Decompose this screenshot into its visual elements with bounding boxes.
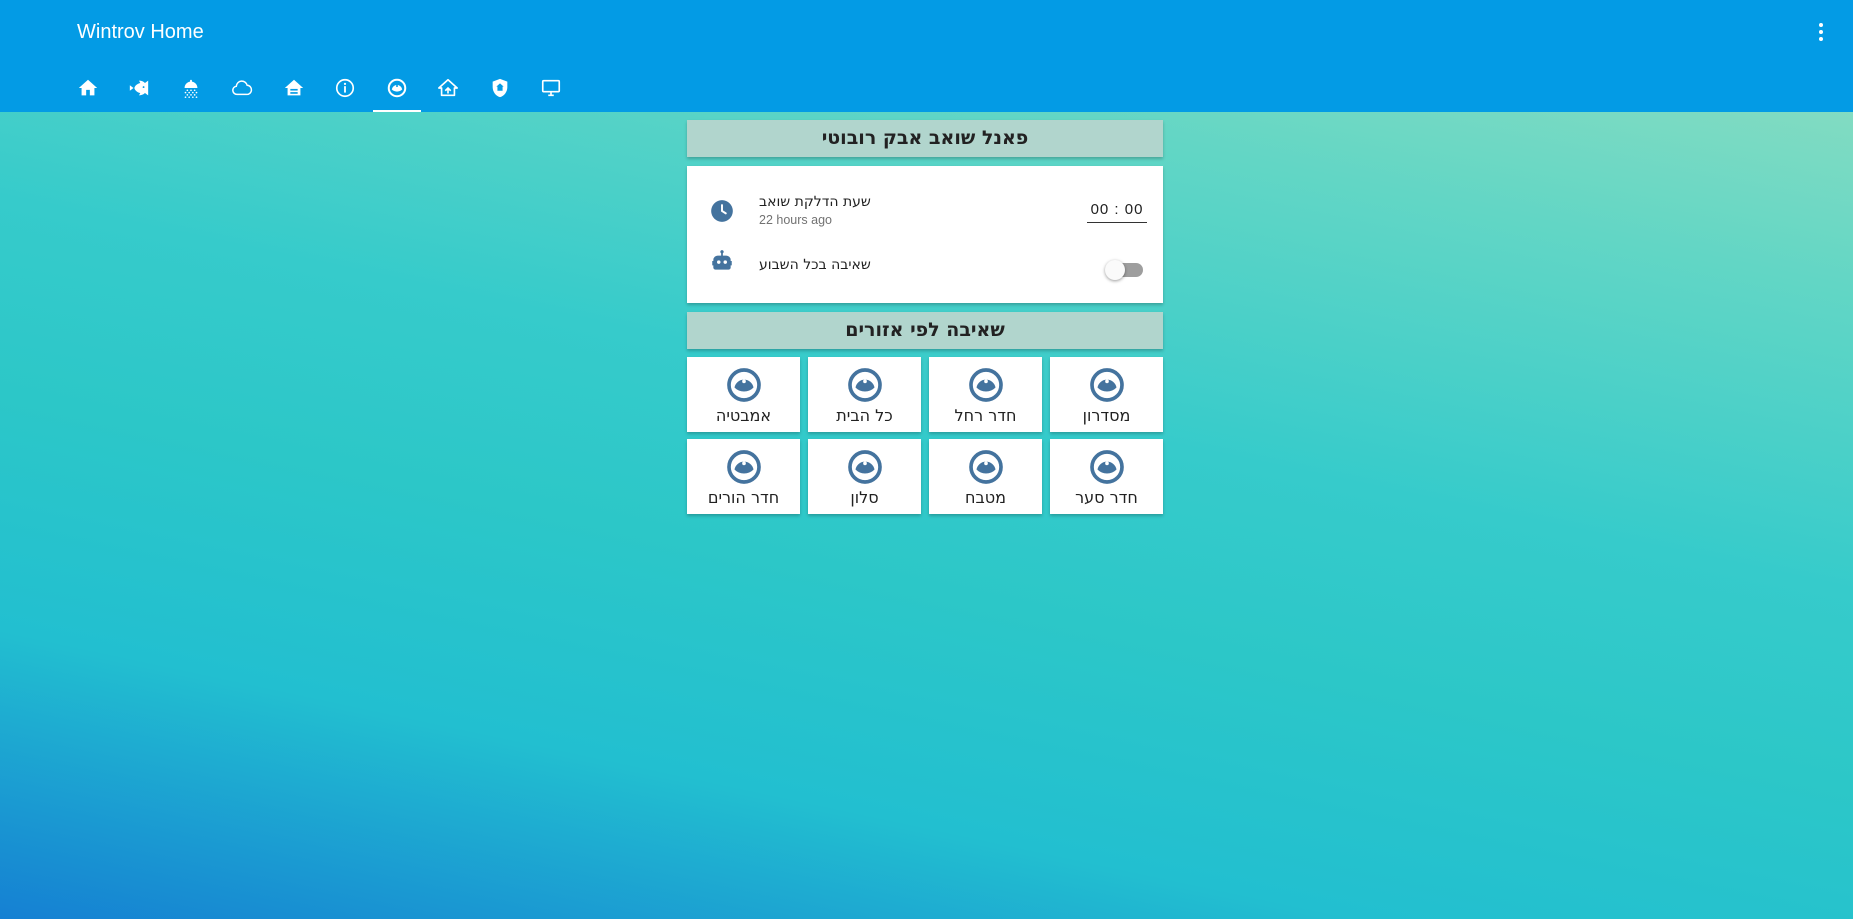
zone-label: חדר סער	[1075, 488, 1138, 507]
shield-home-icon	[492, 78, 508, 98]
cloud-icon	[232, 80, 253, 96]
shower-icon	[184, 79, 198, 98]
start-time-label: שעת הדלקת שואב	[759, 194, 871, 210]
clock-icon	[711, 200, 733, 222]
zone-tile-rachel-room[interactable]: חדר רחל	[929, 357, 1042, 432]
home-export-icon	[438, 78, 459, 97]
zone-tile-bathroom[interactable]: אמבטיה	[687, 357, 800, 432]
zone-label: חדר רחל	[954, 406, 1017, 425]
weekly-vacuum-label: שאיבה בכל השבוע	[759, 257, 871, 273]
robot-vacuum-icon	[727, 368, 761, 402]
tab-shower[interactable]	[165, 64, 217, 112]
robot-vacuum-icon	[1090, 368, 1124, 402]
zone-tile-kitchen[interactable]: מטבח	[929, 439, 1042, 514]
robot-vacuum-icon	[1090, 450, 1124, 484]
dots-vertical-icon	[1819, 23, 1823, 41]
panel-title: פאנל שואב אבק רובוטי	[687, 120, 1163, 157]
zone-tile-hallway[interactable]: מסדרון	[1050, 357, 1163, 432]
top-app-bar: Wintrov Home	[0, 0, 1853, 112]
robot-vacuum-icon	[969, 450, 1003, 484]
robot-vacuum-icon	[848, 450, 882, 484]
tab-info[interactable]	[320, 64, 372, 112]
zone-label: כל הבית	[836, 406, 893, 425]
tab-monitor[interactable]	[526, 64, 578, 112]
home-icon	[78, 79, 97, 96]
last-changed-text: 22 hours ago	[759, 213, 832, 227]
weekly-vacuum-toggle[interactable]	[1105, 259, 1143, 280]
zone-tile-saar-room[interactable]: חדר סער	[1050, 439, 1163, 514]
view-tabs	[62, 64, 577, 112]
zones-title: שאיבה לפי אזורים	[687, 312, 1163, 349]
overflow-menu-button[interactable]	[1805, 16, 1837, 48]
vacuum-settings-card: שעת הדלקת שואב 22 hours ago 00 : 00 שאיב…	[687, 166, 1163, 303]
toggle-thumb	[1105, 260, 1125, 280]
zones-grid: מסדרון חדר רחל כל הבית אמבטיה חדר סער מט…	[687, 357, 1163, 514]
zone-tile-living-room[interactable]: סלון	[808, 439, 921, 514]
zone-tile-whole-house[interactable]: כל הבית	[808, 357, 921, 432]
tab-security[interactable]	[474, 64, 526, 112]
zone-label: אמבטיה	[715, 406, 772, 425]
zone-tile-parents-room[interactable]: חדר הורים	[687, 439, 800, 514]
monitor-icon	[542, 79, 561, 97]
zone-label: מטבח	[965, 488, 1006, 507]
zone-label: חדר הורים	[707, 488, 780, 507]
tab-weather[interactable]	[217, 64, 269, 112]
robot-vacuum-icon	[387, 78, 407, 98]
tab-home[interactable]	[62, 64, 114, 112]
tab-house-floors[interactable]	[268, 64, 320, 112]
zone-label: מסדרון	[1082, 406, 1131, 425]
home-floor-icon	[284, 79, 303, 96]
robot-vacuum-icon	[727, 450, 761, 484]
tab-robot-vacuum[interactable]	[371, 64, 423, 112]
robot-vacuum-icon	[969, 368, 1003, 402]
start-time-input[interactable]: 00 : 00	[1087, 199, 1147, 223]
zone-label: סלון	[850, 488, 879, 507]
robot-vacuum-icon	[848, 368, 882, 402]
fish-icon	[130, 80, 149, 96]
robot-icon	[712, 250, 732, 270]
information-icon	[336, 78, 355, 98]
app-title: Wintrov Home	[77, 21, 204, 43]
tab-fish[interactable]	[114, 64, 166, 112]
weekly-vacuum-row: שאיבה בכל השבוע	[687, 249, 1163, 289]
tab-home-export[interactable]	[423, 64, 475, 112]
vacuum-panel-column: פאנל שואב אבק רובוטי שעת הדלקת שואב 22 h…	[687, 120, 1163, 514]
